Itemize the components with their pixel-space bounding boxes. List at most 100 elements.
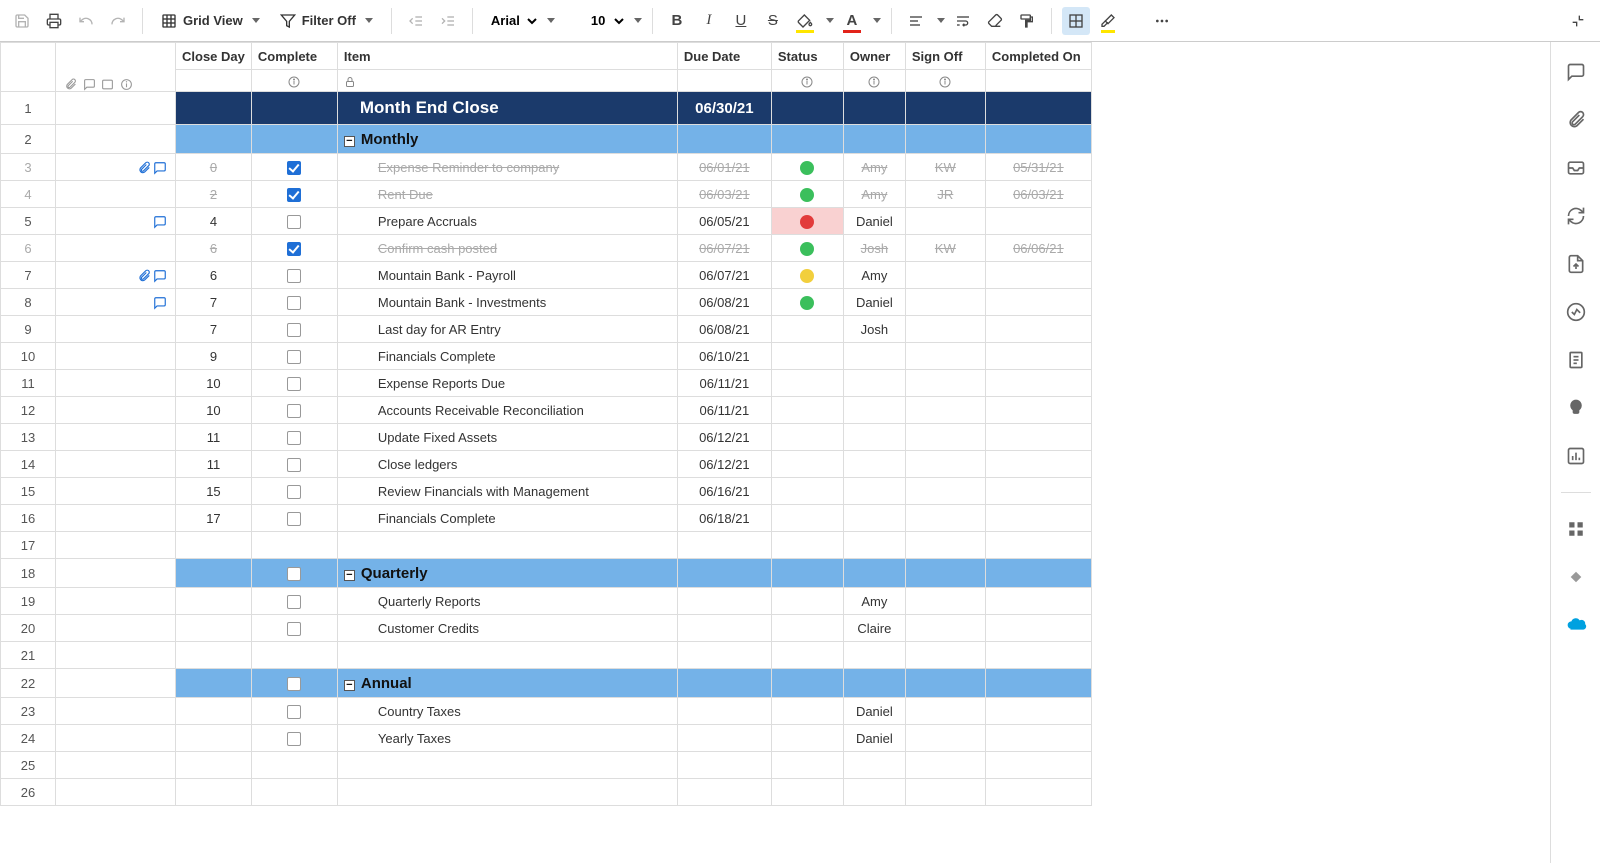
item-cell[interactable]: Customer Credits [337,615,677,642]
table-row[interactable]: 8 7 Mountain Bank - Investments 06/08/21… [1,289,1092,316]
complete-cell[interactable] [251,725,337,752]
complete-cell[interactable] [251,588,337,615]
checkbox[interactable] [287,242,301,256]
due-date-cell[interactable]: 06/10/21 [677,343,771,370]
close-day-cell[interactable]: 4 [176,208,252,235]
close-day-cell[interactable]: 2 [176,181,252,208]
due-date-cell[interactable]: 06/05/21 [677,208,771,235]
completed-on-cell[interactable] [985,451,1091,478]
row-indicators[interactable] [56,289,176,316]
close-day-cell[interactable]: 9 [176,343,252,370]
table-row[interactable]: 17 [1,532,1092,559]
due-date-cell[interactable]: 06/08/21 [677,316,771,343]
item-cell[interactable]: Update Fixed Assets [337,424,677,451]
table-row[interactable]: 5 4 Prepare Accruals 06/05/21 Daniel [1,208,1092,235]
strikethrough-button[interactable]: S [759,7,787,35]
signoff-cell[interactable] [905,397,985,424]
row-indicators[interactable] [56,698,176,725]
item-cell[interactable]: Yearly Taxes [337,725,677,752]
status-cell[interactable] [771,424,843,451]
signoff-cell[interactable] [905,478,985,505]
apps-button[interactable] [1564,517,1588,541]
owner-cell[interactable]: Amy [843,181,905,208]
close-day-cell[interactable] [176,725,252,752]
redo-button[interactable] [104,7,132,35]
signoff-cell[interactable] [905,208,985,235]
status-cell[interactable] [771,698,843,725]
table-row[interactable]: 10 9 Financials Complete 06/10/21 [1,343,1092,370]
align-button[interactable] [902,7,930,35]
checkbox[interactable] [287,732,301,746]
due-date-cell[interactable]: 06/12/21 [677,424,771,451]
section-header[interactable]: −Quarterly [337,559,677,588]
table-row[interactable]: 7 6 Mountain Bank - Payroll 06/07/21 Amy [1,262,1092,289]
completed-on-cell[interactable] [985,208,1091,235]
more-button[interactable] [1148,7,1176,35]
underline-button[interactable]: U [727,7,755,35]
checkbox[interactable] [287,567,301,581]
complete-cell[interactable] [251,316,337,343]
due-date-cell[interactable]: 06/03/21 [677,181,771,208]
close-day-cell[interactable]: 17 [176,505,252,532]
status-cell[interactable] [771,478,843,505]
section-header[interactable]: −Monthly [337,125,677,154]
table-row[interactable]: 6 6 Confirm cash posted 06/07/21 Josh KW… [1,235,1092,262]
owner-cell[interactable] [843,343,905,370]
checkbox[interactable] [287,677,301,691]
status-cell[interactable] [771,181,843,208]
due-date-cell[interactable]: 06/08/21 [677,289,771,316]
due-date-cell[interactable] [677,615,771,642]
table-row[interactable]: 1 Month End Close 06/30/21 [1,92,1092,125]
col-header-sign-off[interactable]: Sign Off [905,43,985,70]
update-requests-button[interactable] [1564,204,1588,228]
close-day-cell[interactable]: 6 [176,235,252,262]
due-date-cell[interactable]: 06/16/21 [677,478,771,505]
due-date-cell[interactable] [677,588,771,615]
row-indicators[interactable] [56,262,176,289]
brandfolder-button[interactable] [1564,396,1588,420]
due-date-cell[interactable]: 06/12/21 [677,451,771,478]
collapse-button[interactable] [1564,7,1592,35]
item-cell[interactable]: Last day for AR Entry [337,316,677,343]
row-indicators[interactable] [56,370,176,397]
row-indicators[interactable] [56,725,176,752]
collapse-toggle[interactable]: − [344,570,355,581]
col-header-item[interactable]: Item [337,43,677,70]
complete-cell[interactable] [251,262,337,289]
owner-cell[interactable]: Josh [843,235,905,262]
table-row[interactable]: 9 7 Last day for AR Entry 06/08/21 Josh [1,316,1092,343]
table-row[interactable]: 26 [1,779,1092,806]
checkbox[interactable] [287,485,301,499]
italic-button[interactable]: I [695,7,723,35]
status-cell[interactable] [771,725,843,752]
owner-cell[interactable]: Josh [843,316,905,343]
status-cell[interactable] [771,370,843,397]
signoff-cell[interactable] [905,370,985,397]
checkbox[interactable] [287,296,301,310]
title-date[interactable]: 06/30/21 [677,92,771,125]
complete-cell[interactable] [251,478,337,505]
table-row[interactable]: 20 Customer Credits Claire [1,615,1092,642]
signoff-cell[interactable] [905,615,985,642]
activity-log-button[interactable] [1564,300,1588,324]
status-cell[interactable] [771,154,843,181]
due-date-cell[interactable]: 06/11/21 [677,397,771,424]
row-indicators[interactable] [56,588,176,615]
checkbox[interactable] [287,188,301,202]
item-cell[interactable]: Review Financials with Management [337,478,677,505]
row-indicators[interactable] [56,235,176,262]
col-header-completed-on[interactable]: Completed On [985,43,1091,70]
complete-cell[interactable] [251,698,337,725]
fill-color-button[interactable] [791,7,819,35]
completed-on-cell[interactable] [985,289,1091,316]
print-button[interactable] [40,7,68,35]
row-indicators[interactable] [56,478,176,505]
work-insights-button[interactable] [1564,444,1588,468]
close-day-cell[interactable]: 11 [176,451,252,478]
table-row[interactable]: 24 Yearly Taxes Daniel [1,725,1092,752]
proofs-panel-button[interactable] [1564,156,1588,180]
highlight-button[interactable] [1094,7,1122,35]
signoff-cell[interactable] [905,262,985,289]
checkbox[interactable] [287,377,301,391]
col-header-owner[interactable]: Owner [843,43,905,70]
